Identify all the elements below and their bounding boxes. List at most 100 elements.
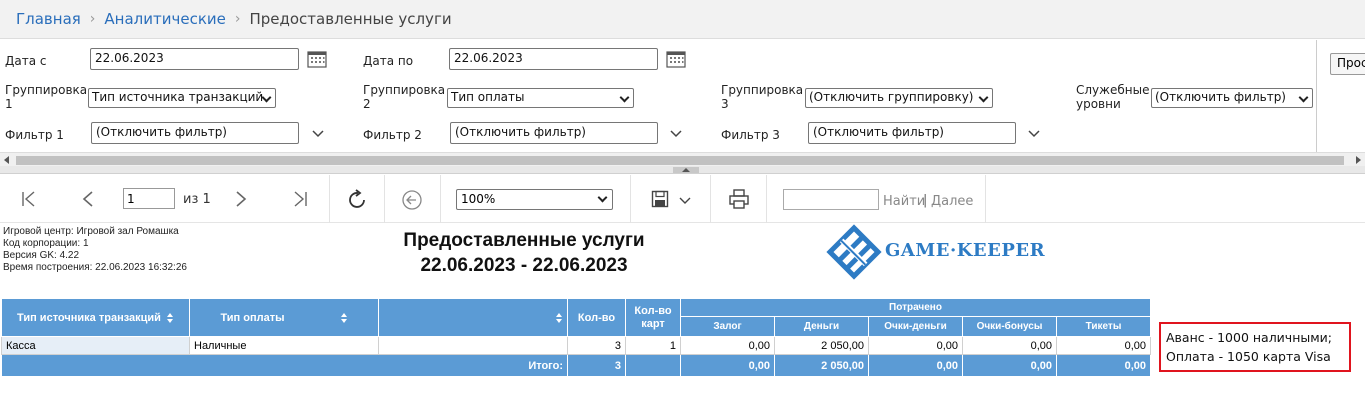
cell-deposit: 0,00 (680, 336, 775, 355)
toolbar-separator (710, 175, 711, 223)
breadcrumb-analytics-link[interactable]: Аналитические (104, 10, 225, 28)
meta-corporation-code: Код корпорации: 1 (3, 238, 89, 249)
cell-money: 2 050,00 (774, 336, 869, 355)
total-tickets: 0,00 (1056, 354, 1151, 377)
service-levels-select[interactable]: (Отключить фильтр) (1151, 88, 1313, 108)
total-money: 2 050,00 (774, 354, 869, 377)
chevron-down-icon[interactable] (669, 129, 683, 139)
scroll-right-icon[interactable] (1356, 156, 1361, 164)
chevron-right-icon: › (89, 11, 96, 27)
filter1-label: Фильтр 1 (5, 128, 64, 142)
report-title-text: Предоставленные услуги (403, 230, 645, 251)
meta-game-center: Игровой центр: Игровой зал Ромашка (3, 226, 179, 237)
logo-text: GAME·KEEPER (885, 240, 1046, 261)
filter3-input[interactable]: (Отключить фильтр) (808, 122, 1016, 144)
refresh-icon[interactable] (345, 188, 369, 212)
date-to-label: Дата по (363, 54, 414, 68)
calendar-icon[interactable] (666, 50, 686, 68)
find-separator: | (923, 193, 928, 208)
toolbar-separator (630, 175, 631, 223)
col-qty-header: Кол-во (567, 298, 626, 337)
date-to-input[interactable]: 22.06.2023 (449, 48, 658, 70)
filter3-label: Фильтр 3 (721, 128, 780, 142)
find-text-input[interactable] (783, 189, 879, 210)
report-viewer: Игровой центр: Игровой зал Ромашка Код к… (0, 224, 1365, 403)
table-row: Касса Наличные 3 1 0,00 2 050,00 0,00 0,… (1, 336, 1151, 355)
cell-qty-cards: 1 (625, 336, 681, 355)
chevron-down-icon[interactable] (1027, 129, 1041, 139)
annotation-box: Аванс - 1000 наличными; Оплата - 1050 ка… (1159, 322, 1351, 372)
collapse-up-icon[interactable] (673, 167, 699, 173)
col-deposit-header: Залог (680, 316, 775, 337)
sort-icon[interactable] (166, 312, 174, 323)
col-tickets-header: Тикеты (1056, 316, 1151, 337)
page-number-input[interactable] (123, 188, 175, 209)
print-icon[interactable] (728, 188, 750, 210)
col-money-header: Деньги (774, 316, 869, 337)
report-period: 22.06.2023 - 22.06.2023 (420, 255, 628, 276)
horizontal-scrollbar[interactable] (0, 152, 1365, 166)
save-icon[interactable] (651, 190, 669, 208)
find-link[interactable]: Найти (883, 194, 925, 209)
parameters-collapse-splitter[interactable] (0, 166, 1365, 174)
chevron-down-icon[interactable] (311, 129, 325, 139)
col-payment-header[interactable]: Тип оплаты (189, 298, 379, 337)
meta-gk-version: Версия GK: 4.22 (3, 250, 80, 261)
first-page-icon[interactable] (20, 190, 38, 208)
filter2-label: Фильтр 2 (363, 128, 422, 142)
last-page-icon[interactable] (291, 190, 309, 208)
toolbar-separator (985, 175, 986, 223)
total-points-bonus: 0,00 (962, 354, 1057, 377)
col-points-bonus-header: Очки-бонусы (962, 316, 1057, 337)
col-points-money-header: Очки-деньги (868, 316, 963, 337)
sort-icon[interactable] (556, 312, 563, 323)
cell-blank (378, 336, 568, 355)
sort-icon[interactable] (340, 312, 348, 323)
date-from-input[interactable]: 22.06.2023 (90, 48, 299, 70)
total-row: Итого: 3 0,00 2 050,00 0,00 0,00 0,00 (1, 354, 1151, 377)
toolbar-separator (384, 175, 385, 223)
col-spent-group-header: Потрачено (680, 298, 1151, 317)
col-blank-header[interactable] (378, 298, 568, 337)
previous-page-icon[interactable] (80, 190, 98, 208)
toolbar-separator (766, 175, 767, 223)
toolbar-separator (329, 175, 330, 223)
report-title: Предоставленные услуги 22.06.2023 - 22.0… (355, 228, 693, 278)
breadcrumb-current: Предоставленные услуги (249, 10, 452, 28)
total-points-money: 0,00 (868, 354, 963, 377)
group3-select[interactable]: (Отключить группировку) (805, 88, 993, 108)
chevron-down-icon[interactable] (679, 197, 691, 205)
find-next-link[interactable]: Далее (931, 194, 973, 209)
view-report-button[interactable]: Прос (1330, 53, 1365, 75)
breadcrumb-home-link[interactable]: Главная (16, 10, 81, 28)
parameters-action-area: Прос (1316, 40, 1365, 152)
group2-select[interactable]: Тип оплаты (447, 88, 634, 108)
total-qty-cards (625, 354, 681, 377)
cell-source: Касса (1, 336, 190, 355)
scroll-left-icon[interactable] (4, 156, 9, 164)
cell-qty: 3 (567, 336, 626, 355)
service-levels-label: Служебные уровни (1076, 83, 1150, 111)
meta-build-time: Время построения: 22.06.2023 16:32:26 (3, 262, 187, 273)
calendar-icon[interactable] (307, 50, 327, 68)
group1-select[interactable]: Тип источника транзакций (88, 88, 276, 108)
col-source-header[interactable]: Тип источника транзакций (1, 298, 190, 337)
filter2-input[interactable]: (Отключить фильтр) (450, 122, 658, 144)
report-table: Тип источника транзакций Тип оплаты Кол-… (1, 298, 1151, 377)
cell-points-bonus: 0,00 (962, 336, 1057, 355)
group1-label: Группировка 1 (5, 83, 88, 111)
total-qty: 3 (567, 354, 626, 377)
back-icon[interactable] (401, 189, 423, 211)
total-label: Итого: (1, 354, 568, 377)
report-parameters-panel: Дата с 22.06.2023 Дата по 22.06.2023 Гру… (0, 40, 1316, 152)
cell-points-money: 0,00 (868, 336, 963, 355)
zoom-select[interactable]: 100% (456, 189, 613, 210)
scrollbar-thumb[interactable] (16, 156, 1344, 165)
page-count-label: из 1 (183, 192, 211, 207)
annotation-line-2: Оплата - 1050 карта Visa (1166, 349, 1331, 364)
breadcrumb: Главная › Аналитические › Предоставленны… (0, 0, 1365, 39)
report-meta: Игровой центр: Игровой зал Ромашка Код к… (3, 226, 187, 274)
next-page-icon[interactable] (232, 190, 250, 208)
filter1-input[interactable]: (Отключить фильтр) (91, 122, 299, 144)
chevron-right-icon: › (234, 11, 241, 27)
